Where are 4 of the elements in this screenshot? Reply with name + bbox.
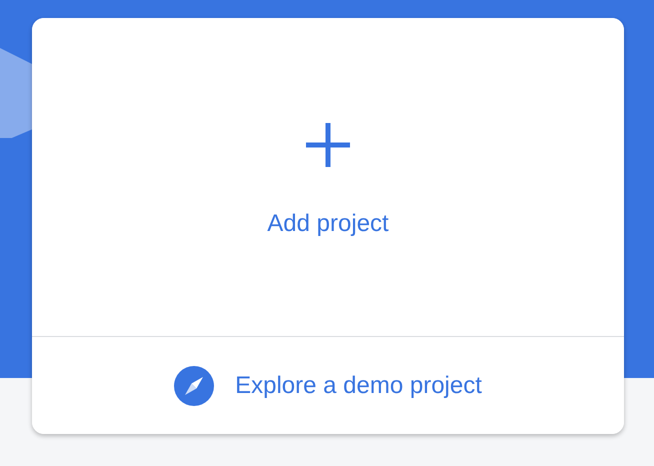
plus-icon bbox=[306, 123, 350, 167]
compass-icon bbox=[174, 366, 214, 406]
demo-project-button[interactable]: Explore a demo project bbox=[32, 337, 624, 434]
add-project-button[interactable]: Add project bbox=[32, 18, 624, 337]
